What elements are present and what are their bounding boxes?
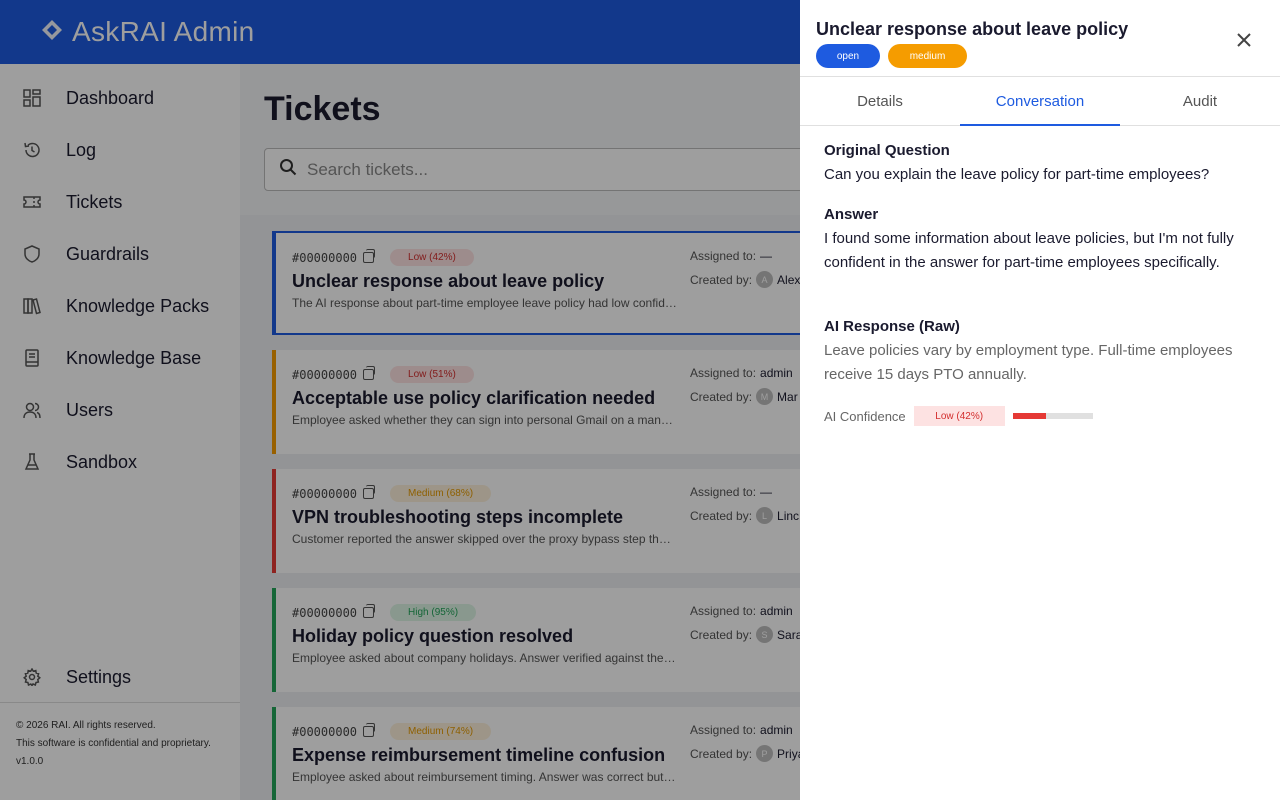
status-badge: open — [816, 44, 880, 68]
raw-response-section: AI Response (Raw) Leave policies vary by… — [824, 318, 1256, 387]
confidence-chip: Low (42%) — [913, 406, 1005, 426]
drawer-tabs: Details Conversation Audit — [800, 77, 1280, 126]
tab-details[interactable]: Details — [800, 77, 960, 125]
modal-scrim[interactable] — [0, 0, 800, 800]
answer-section: Answer I found some information about le… — [824, 206, 1256, 275]
drawer-badges: open medium — [816, 44, 967, 68]
original-question-text: Can you explain the leave policy for par… — [824, 166, 1210, 183]
section-heading: Answer — [824, 206, 879, 223]
tab-conversation[interactable]: Conversation — [960, 77, 1120, 126]
raw-response-text: Leave policies vary by employment type. … — [824, 342, 1233, 383]
ai-confidence-label: AI Confidence — [824, 408, 906, 424]
priority-badge: medium — [888, 44, 967, 68]
ai-confidence-row: AI Confidence Low (42%) — [824, 406, 1093, 426]
confidence-bar — [1012, 413, 1093, 419]
ticket-detail-drawer: Unclear response about leave policy open… — [800, 0, 1280, 800]
section-heading: AI Response (Raw) — [824, 318, 960, 335]
original-question-section: Original Question Can you explain the le… — [824, 142, 1256, 187]
answer-text: I found some information about leave pol… — [824, 230, 1234, 271]
tab-audit[interactable]: Audit — [1120, 77, 1280, 125]
section-heading: Original Question — [824, 142, 950, 159]
close-icon — [1236, 32, 1252, 53]
drawer-title: Unclear response about leave policy — [816, 19, 1129, 39]
confidence-bar-fill — [1012, 413, 1047, 419]
close-button[interactable] — [1232, 30, 1256, 54]
